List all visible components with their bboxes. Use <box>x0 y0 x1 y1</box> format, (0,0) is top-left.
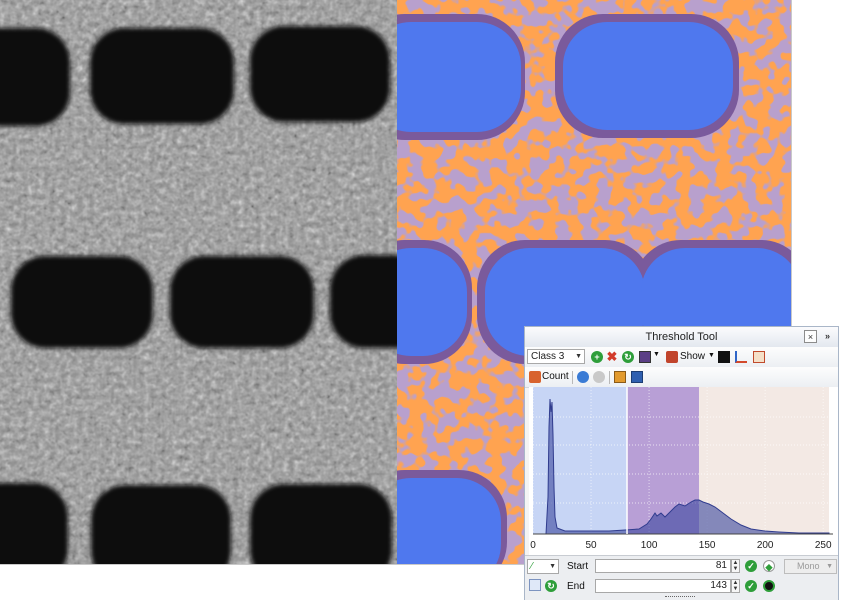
globe-icon[interactable] <box>577 371 589 383</box>
grayscale-image[interactable] <box>0 0 397 565</box>
toolbar-separator <box>609 371 610 384</box>
reset-icon[interactable]: ↻ <box>545 580 557 592</box>
show-icon[interactable] <box>666 351 678 363</box>
count-label[interactable]: Count <box>542 371 569 382</box>
x-tick-label: 0 <box>530 540 536 551</box>
count-icon[interactable] <box>529 371 541 383</box>
threshold-tool-window[interactable]: Threshold Tool × » Class 3 ▼ + ✖ ↻ ▼ Show… <box>524 326 839 600</box>
histogram-chart[interactable]: 0 50 100 150 200 250 <box>529 387 838 557</box>
end-spinner[interactable]: ▲ ▼ <box>731 579 740 593</box>
chevron-down-icon: ▼ <box>826 563 833 570</box>
picker-select[interactable]: ⁄ ▼ <box>527 559 559 574</box>
title-bar[interactable]: Threshold Tool × » <box>525 327 838 348</box>
end-value-field[interactable]: 143 <box>595 579 731 593</box>
start-value-field[interactable]: 81 <box>595 559 731 573</box>
close-icon[interactable]: × <box>804 330 817 343</box>
x-tick-label: 100 <box>641 540 658 551</box>
chevron-down-icon: ▼ <box>575 353 582 360</box>
window-title: Threshold Tool <box>645 331 718 343</box>
invert-icon[interactable] <box>718 351 730 363</box>
toolbar-separator <box>572 371 573 384</box>
mono-select[interactable]: Mono ▼ <box>784 559 837 574</box>
end-label: End <box>567 581 585 592</box>
undo-icon[interactable] <box>529 579 541 591</box>
x-tick-label: 250 <box>815 540 832 551</box>
mono-label: Mono <box>797 561 820 571</box>
start-spinner[interactable]: ▲ ▼ <box>731 559 740 573</box>
settings-icon[interactable] <box>593 371 605 383</box>
end-apply-icon[interactable]: ✓ <box>745 580 757 592</box>
eyedropper-icon: ⁄ <box>531 561 533 572</box>
refresh-icon[interactable]: ↻ <box>622 351 634 363</box>
show-dropdown-icon[interactable]: ▼ <box>708 352 715 359</box>
range-icon[interactable] <box>753 351 765 363</box>
collapse-icon[interactable]: » <box>821 330 834 343</box>
add-class-icon[interactable]: + <box>591 351 603 363</box>
class-select[interactable]: Class 3 ▼ <box>527 349 585 364</box>
toolbar-secondary: Count <box>525 367 838 388</box>
open-folder-icon[interactable] <box>614 371 626 383</box>
x-tick-label: 150 <box>699 540 716 551</box>
start-label: Start <box>567 561 589 572</box>
class-color-swatch[interactable] <box>639 351 651 363</box>
start-apply-icon[interactable]: ✓ <box>745 560 757 572</box>
threshold-controls: ⁄ ▼ Start 81 ▲ ▼ ✓ ◆ Mono ▼ ↻ End 143 ▲ ▼ ✓ <box>525 555 838 600</box>
end-auto-icon[interactable] <box>763 580 775 592</box>
start-auto-icon[interactable]: ◆ <box>763 560 775 572</box>
show-label[interactable]: Show <box>680 351 705 362</box>
x-tick-label: 200 <box>757 540 774 551</box>
toolbar-main: Class 3 ▼ + ✖ ↻ ▼ Show ▼ <box>525 347 838 368</box>
chevron-down-icon: ▼ <box>549 563 556 570</box>
color-dropdown-icon[interactable]: ▼ <box>653 351 660 358</box>
save-icon[interactable] <box>631 371 643 383</box>
delete-class-icon[interactable]: ✖ <box>606 350 618 363</box>
histogram-icon[interactable] <box>735 351 747 363</box>
resize-grip[interactable] <box>665 596 695 599</box>
x-tick-label: 50 <box>585 540 597 551</box>
class-select-value: Class 3 <box>531 351 565 362</box>
